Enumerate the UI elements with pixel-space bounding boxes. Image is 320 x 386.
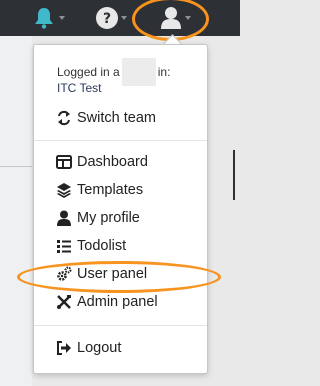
annotation-ellipse-admin-panel bbox=[17, 261, 221, 293]
logged-in-suffix: in: bbox=[157, 65, 171, 79]
dashboard-icon bbox=[56, 154, 72, 170]
logged-in-prefix: Logged in a bbox=[57, 65, 120, 79]
logout-label: Logout bbox=[77, 340, 122, 356]
bell-caret-icon bbox=[59, 16, 65, 20]
menu-item-todolist[interactable]: Todolist bbox=[56, 236, 126, 256]
team-name: ITC Test bbox=[57, 81, 102, 95]
user-icon bbox=[56, 210, 72, 226]
sign-out-icon bbox=[56, 340, 72, 356]
menu-item-label: Admin panel bbox=[77, 294, 158, 310]
menu-item-label: Dashboard bbox=[77, 154, 148, 170]
redacted-username bbox=[121, 58, 156, 86]
menu-item-label: Todolist bbox=[77, 238, 127, 254]
menu-item-admin-panel[interactable]: Admin panel bbox=[56, 292, 158, 312]
page-background bbox=[0, 36, 32, 386]
page-divider bbox=[0, 166, 32, 167]
list-icon bbox=[56, 238, 72, 254]
exchange-icon bbox=[56, 110, 72, 126]
svg-text:?: ? bbox=[103, 11, 111, 27]
menu-item-dashboard[interactable]: Dashboard bbox=[56, 152, 148, 172]
menu-divider bbox=[34, 325, 207, 326]
menu-item-my-profile[interactable]: My profile bbox=[56, 208, 140, 228]
help-icon[interactable]: ? bbox=[95, 6, 119, 35]
menu-item-templates[interactable]: Templates bbox=[56, 180, 143, 200]
help-caret-icon bbox=[121, 16, 127, 20]
menu-item-label: My profile bbox=[77, 210, 140, 226]
notifications-bell-icon[interactable] bbox=[33, 6, 55, 35]
layers-icon bbox=[56, 182, 72, 198]
menu-item-label: Templates bbox=[77, 182, 144, 198]
switch-team-item[interactable]: Switch team bbox=[56, 108, 156, 128]
switch-team-label: Switch team bbox=[77, 110, 156, 126]
menu-item-logout[interactable]: Logout bbox=[56, 338, 121, 358]
menu-divider bbox=[34, 140, 207, 141]
tools-icon bbox=[56, 294, 72, 310]
page-edge-line bbox=[233, 150, 235, 200]
user-dropdown-menu: Logged in a in: ITC Test Switch team Dash… bbox=[33, 44, 208, 374]
